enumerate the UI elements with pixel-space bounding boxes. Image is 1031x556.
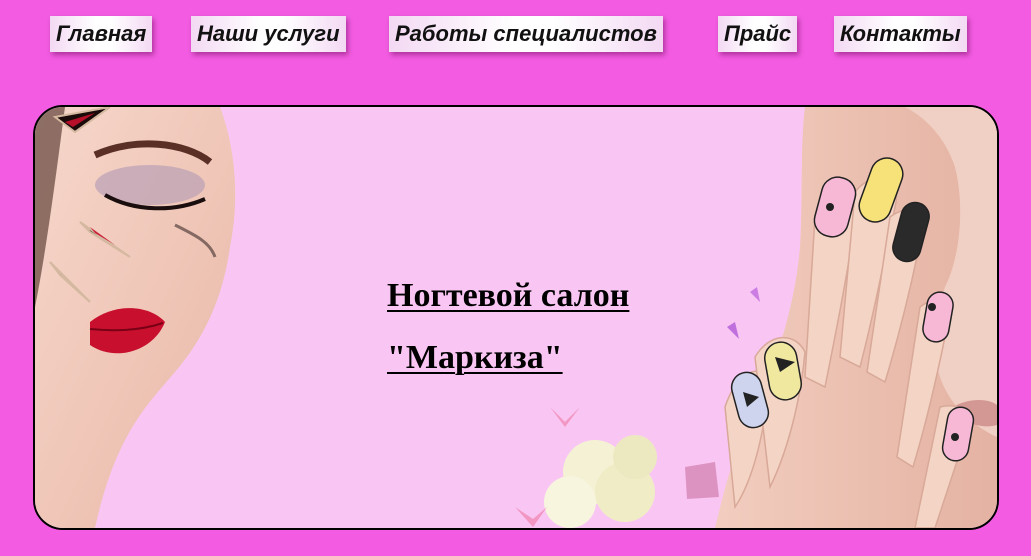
headline-line-2: "Маркиза"	[387, 339, 563, 376]
banner-headline: Ногтевой салон "Маркиза"	[387, 265, 629, 389]
nav-item-works[interactable]: Работы специалистов	[389, 16, 663, 52]
nav-item-price[interactable]: Прайс	[718, 16, 798, 52]
headline-line-1: Ногтевой салон	[387, 277, 630, 314]
right-model-image	[685, 107, 997, 528]
main-nav: Главная Наши услуги Работы специалистов …	[0, 16, 1031, 56]
hero-banner: Ногтевой салон "Маркиза"	[33, 105, 999, 530]
left-model-image	[35, 107, 236, 528]
nav-item-contacts[interactable]: Контакты	[834, 16, 967, 52]
page: Главная Наши услуги Работы специалистов …	[0, 0, 1031, 556]
nav-item-home[interactable]: Главная	[50, 16, 153, 52]
nav-item-services[interactable]: Наши услуги	[191, 16, 346, 52]
